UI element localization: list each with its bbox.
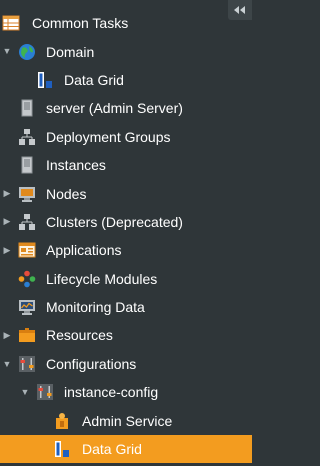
tree-item-label: Deployment Groups xyxy=(46,128,171,145)
tree-item-label: Instances xyxy=(46,157,106,174)
globe-icon xyxy=(18,43,36,61)
hierarchy-icon xyxy=(18,128,36,146)
config-sliders-icon xyxy=(36,383,54,401)
collapsed-arrow-icon[interactable]: ▶ xyxy=(2,330,12,340)
tree-item-nodes[interactable]: ▶ Nodes xyxy=(0,179,252,207)
application-window-icon xyxy=(18,241,36,259)
tree-item-configurations[interactable]: ▼ Configurations xyxy=(0,350,252,378)
config-sliders-icon xyxy=(18,355,36,373)
tree-item-label: Data Grid xyxy=(82,441,142,458)
tree-item-instance-config[interactable]: ▼ instance-config xyxy=(0,378,252,406)
tree-item-deployment-groups[interactable]: Deployment Groups xyxy=(0,123,252,151)
server-icon xyxy=(18,99,36,117)
collapsed-arrow-icon[interactable]: ▶ xyxy=(2,188,12,198)
tree-item-clusters[interactable]: ▶ Clusters (Deprecated) xyxy=(0,208,252,236)
tree-item-label: Domain xyxy=(46,43,95,60)
tree-item-instances[interactable]: Instances xyxy=(0,151,252,179)
expanded-arrow-icon[interactable]: ▼ xyxy=(20,387,30,397)
monitor-icon xyxy=(18,185,36,203)
tree-item-label: server (Admin Server) xyxy=(46,100,183,117)
tree-item-admin-service[interactable]: Admin Service xyxy=(0,406,252,434)
resources-box-icon xyxy=(18,326,36,344)
tree-item-domain[interactable]: ▼ Domain xyxy=(0,37,252,65)
lifecycle-icon xyxy=(18,270,36,288)
hierarchy-icon xyxy=(18,213,36,231)
tree-item-config-data-grid[interactable]: Data Grid xyxy=(0,434,252,464)
tree-item-label: Data Grid xyxy=(64,71,124,88)
tree-item-resources[interactable]: ▶ Resources xyxy=(0,321,252,349)
collapsed-arrow-icon[interactable]: ▶ xyxy=(2,216,12,227)
admin-service-icon xyxy=(53,412,71,430)
tree-item-label: instance-config xyxy=(64,384,159,401)
tree-item-label: Applications xyxy=(46,242,122,259)
collapsed-arrow-icon[interactable]: ▶ xyxy=(2,245,12,255)
monitor-chart-icon xyxy=(18,298,36,316)
tree-item-server[interactable]: server (Admin Server) xyxy=(0,94,252,122)
tree-item-lifecycle-modules[interactable]: Lifecycle Modules xyxy=(0,265,252,293)
data-grid-icon xyxy=(53,440,71,458)
tree-item-label: Configurations xyxy=(46,355,137,372)
server-icon xyxy=(18,156,36,174)
tree-item-common-tasks[interactable]: Common Tasks xyxy=(0,9,252,37)
tree-item-label: Clusters (Deprecated) xyxy=(46,213,183,230)
task-list-icon xyxy=(2,14,20,32)
tree-item-label: Monitoring Data xyxy=(46,299,145,316)
tree-item-label: Nodes xyxy=(46,185,87,202)
tree-item-label: Resources xyxy=(46,327,113,344)
tree-item-label: Common Tasks xyxy=(32,15,129,32)
tree-item-applications[interactable]: ▶ Applications xyxy=(0,236,252,264)
tree-item-label: Admin Service xyxy=(82,412,173,429)
expanded-arrow-icon[interactable]: ▼ xyxy=(2,46,12,56)
tree-item-domain-data-grid[interactable]: Data Grid xyxy=(0,66,252,94)
data-grid-icon xyxy=(36,71,54,89)
tree-item-label: Lifecycle Modules xyxy=(46,270,158,287)
expanded-arrow-icon[interactable]: ▼ xyxy=(2,359,12,369)
navigation-tree: Common Tasks ▼ Domain Data Grid server (… xyxy=(0,9,252,464)
tree-item-monitoring-data[interactable]: Monitoring Data xyxy=(0,293,252,321)
